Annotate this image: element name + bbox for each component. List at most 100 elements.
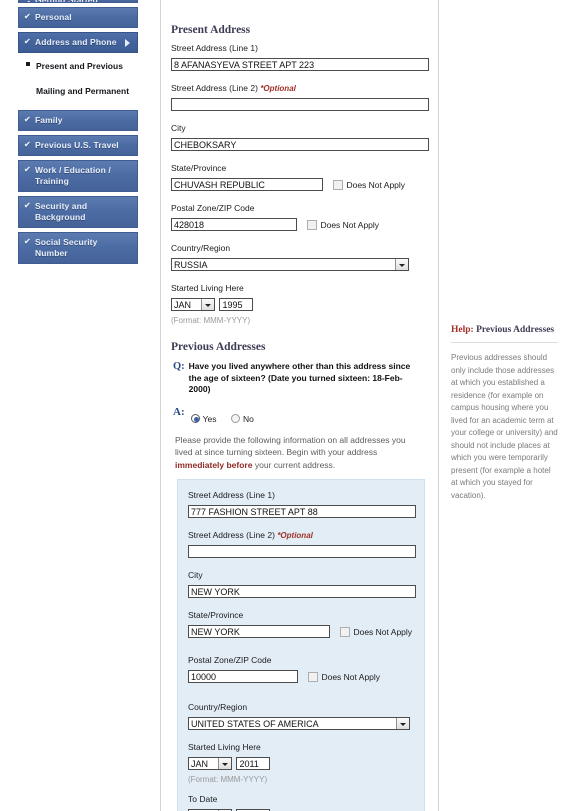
prev-started-format-hint: (Format: MMM-YYYY) (188, 775, 268, 784)
prev-postal-does-not-apply[interactable]: Does Not Apply (308, 671, 380, 682)
check-icon: ✔ (24, 140, 31, 149)
field-prev-started-living: Started Living Here JAN (Format: MMM-YYY… (188, 742, 424, 784)
chevron-right-icon (125, 38, 130, 47)
prev-country-select[interactable]: UNITED STATES OF AMERICA (188, 717, 410, 731)
present-state-does-not-apply[interactable]: Does Not Apply (333, 179, 405, 190)
bullet-icon (26, 62, 30, 66)
help-panel-title: Help: Previous Addresses (451, 325, 558, 343)
previous-address-entry-panel: Street Address (Line 1) Street Address (… (177, 479, 425, 811)
field-prev-postal: Postal Zone/ZIP Code Does Not Apply (188, 655, 424, 686)
answer-row: A: Yes No (173, 406, 430, 427)
field-label: Street Address (Line 1) (188, 490, 275, 500)
field-present-city: City (171, 123, 430, 154)
sidebar-item-getting-started[interactable]: ✔ Getting Started (18, 0, 138, 3)
prev-city-input[interactable] (188, 585, 416, 599)
field-present-postal: Postal Zone/ZIP Code Does Not Apply (171, 203, 430, 234)
main-form-content: Present Address Street Address (Line 1) … (160, 0, 438, 811)
field-present-street1: Street Address (Line 1) (171, 43, 430, 74)
help-label: Help: (451, 325, 474, 335)
field-prev-street1: Street Address (Line 1) (188, 490, 424, 521)
present-street1-input[interactable] (171, 58, 429, 72)
field-prev-to-date: To Date JAN (Format: MMM-YYYY) (188, 794, 424, 811)
check-icon: ✔ (24, 115, 31, 124)
sidebar-item-label: Work / Education / Training (35, 165, 111, 186)
field-label: Street Address (Line 1) (171, 43, 258, 53)
present-country-select[interactable]: RUSSIA (171, 258, 409, 272)
field-label: To Date (188, 794, 218, 804)
prev-state-does-not-apply[interactable]: Does Not Apply (340, 626, 412, 637)
radio-no[interactable]: No (230, 413, 254, 424)
prev-street2-input[interactable] (188, 545, 416, 559)
chevron-down-icon[interactable] (395, 259, 408, 271)
sidebar-item-label: Previous U.S. Travel (35, 140, 119, 150)
sidebar-item-address-and-phone[interactable]: ✔ Address and Phone (18, 32, 138, 53)
checkbox-icon[interactable] (333, 179, 344, 190)
sidebar-item-label: Family (35, 115, 63, 125)
field-prev-country: Country/Region UNITED STATES OF AMERICA (188, 702, 424, 733)
field-label: Postal Zone/ZIP Code (188, 655, 272, 665)
chevron-down-icon[interactable] (218, 758, 231, 770)
prev-street1-input[interactable] (188, 505, 416, 519)
sidebar-item-label: Security and Background (35, 201, 88, 222)
instruction-emphasis: immediately before (175, 459, 253, 470)
checkbox-icon[interactable] (340, 626, 351, 637)
prev-started-month-select[interactable]: JAN (188, 757, 232, 771)
sidebar-item-social-security-number[interactable]: ✔ Social Security Number (18, 232, 138, 264)
help-panel-body: Previous addresses should only include t… (451, 353, 558, 500)
checkbox-icon[interactable] (308, 671, 319, 682)
sidebar-subitem-label: Present and Previous (36, 61, 123, 71)
sidebar-item-label: Getting Started (35, 0, 98, 2)
field-label: Started Living Here (171, 283, 244, 293)
prev-postal-input[interactable] (188, 670, 298, 684)
field-label: City (171, 123, 186, 133)
radio-yes[interactable]: Yes (190, 413, 216, 424)
sidebar-item-security-and-background[interactable]: ✔ Security and Background (18, 196, 138, 228)
previous-addresses-heading: Previous Addresses (171, 341, 266, 353)
sidebar-item-work-education-training[interactable]: ✔ Work / Education / Training (18, 160, 138, 192)
sidebar-item-family[interactable]: ✔ Family (18, 110, 138, 131)
field-present-state: State/Province Does Not Apply (171, 163, 430, 194)
prev-state-input[interactable] (188, 625, 330, 639)
sidebar-item-personal[interactable]: ✔ Personal (18, 7, 138, 28)
ds160-form-page: ✔ Getting Started ✔ Personal ✔ Address a… (0, 0, 568, 811)
present-postal-input[interactable] (171, 218, 297, 232)
check-icon: ✔ (24, 0, 31, 2)
chevron-down-icon[interactable] (201, 299, 214, 311)
prev-started-year-input[interactable] (236, 757, 271, 771)
present-started-month-select[interactable]: JAN (171, 298, 215, 312)
field-prev-street2: Street Address (Line 2) *Optional (188, 530, 424, 561)
question-marker: Q: (173, 361, 185, 372)
chevron-down-icon[interactable] (396, 718, 409, 730)
sidebar-item-previous-us-travel[interactable]: ✔ Previous U.S. Travel (18, 135, 138, 156)
radio-icon-selected[interactable] (190, 413, 200, 423)
question-row: Q: Have you lived anywhere other than th… (173, 361, 430, 396)
field-label: Started Living Here (188, 742, 261, 752)
field-label: Postal Zone/ZIP Code (171, 203, 255, 213)
present-city-input[interactable] (171, 138, 429, 152)
field-label: Country/Region (171, 243, 231, 253)
field-label: City (188, 570, 203, 580)
answer-marker: A: (173, 405, 185, 418)
check-icon: ✔ (24, 12, 31, 21)
radio-icon[interactable] (230, 413, 240, 423)
select-value: JAN (174, 300, 192, 311)
checkbox-icon[interactable] (307, 219, 318, 230)
check-icon: ✔ (24, 201, 31, 210)
present-started-year-input[interactable] (219, 298, 254, 312)
sidebar-subitem-present-and-previous[interactable]: Present and Previous (18, 57, 138, 76)
sidebar-subitem-mailing-and-permanent[interactable]: Mailing and Permanent (18, 78, 138, 101)
sidebar-item-label: Address and Phone (35, 37, 117, 47)
check-icon: ✔ (24, 165, 31, 174)
present-state-input[interactable] (171, 178, 323, 192)
present-street2-input[interactable] (171, 98, 429, 112)
check-icon: ✔ (24, 37, 31, 46)
sidebar-subitem-label: Mailing and Permanent (36, 86, 130, 96)
optional-marker: *Optional (277, 531, 313, 540)
sidebar-item-label: Personal (35, 12, 72, 22)
present-postal-does-not-apply[interactable]: Does Not Apply (307, 219, 379, 230)
field-label: State/Province (188, 610, 244, 620)
question-text: Have you lived anywhere other than this … (188, 361, 411, 394)
previous-addresses-instruction: Please provide the following information… (175, 434, 406, 470)
select-value: UNITED STATES OF AMERICA (191, 719, 319, 730)
